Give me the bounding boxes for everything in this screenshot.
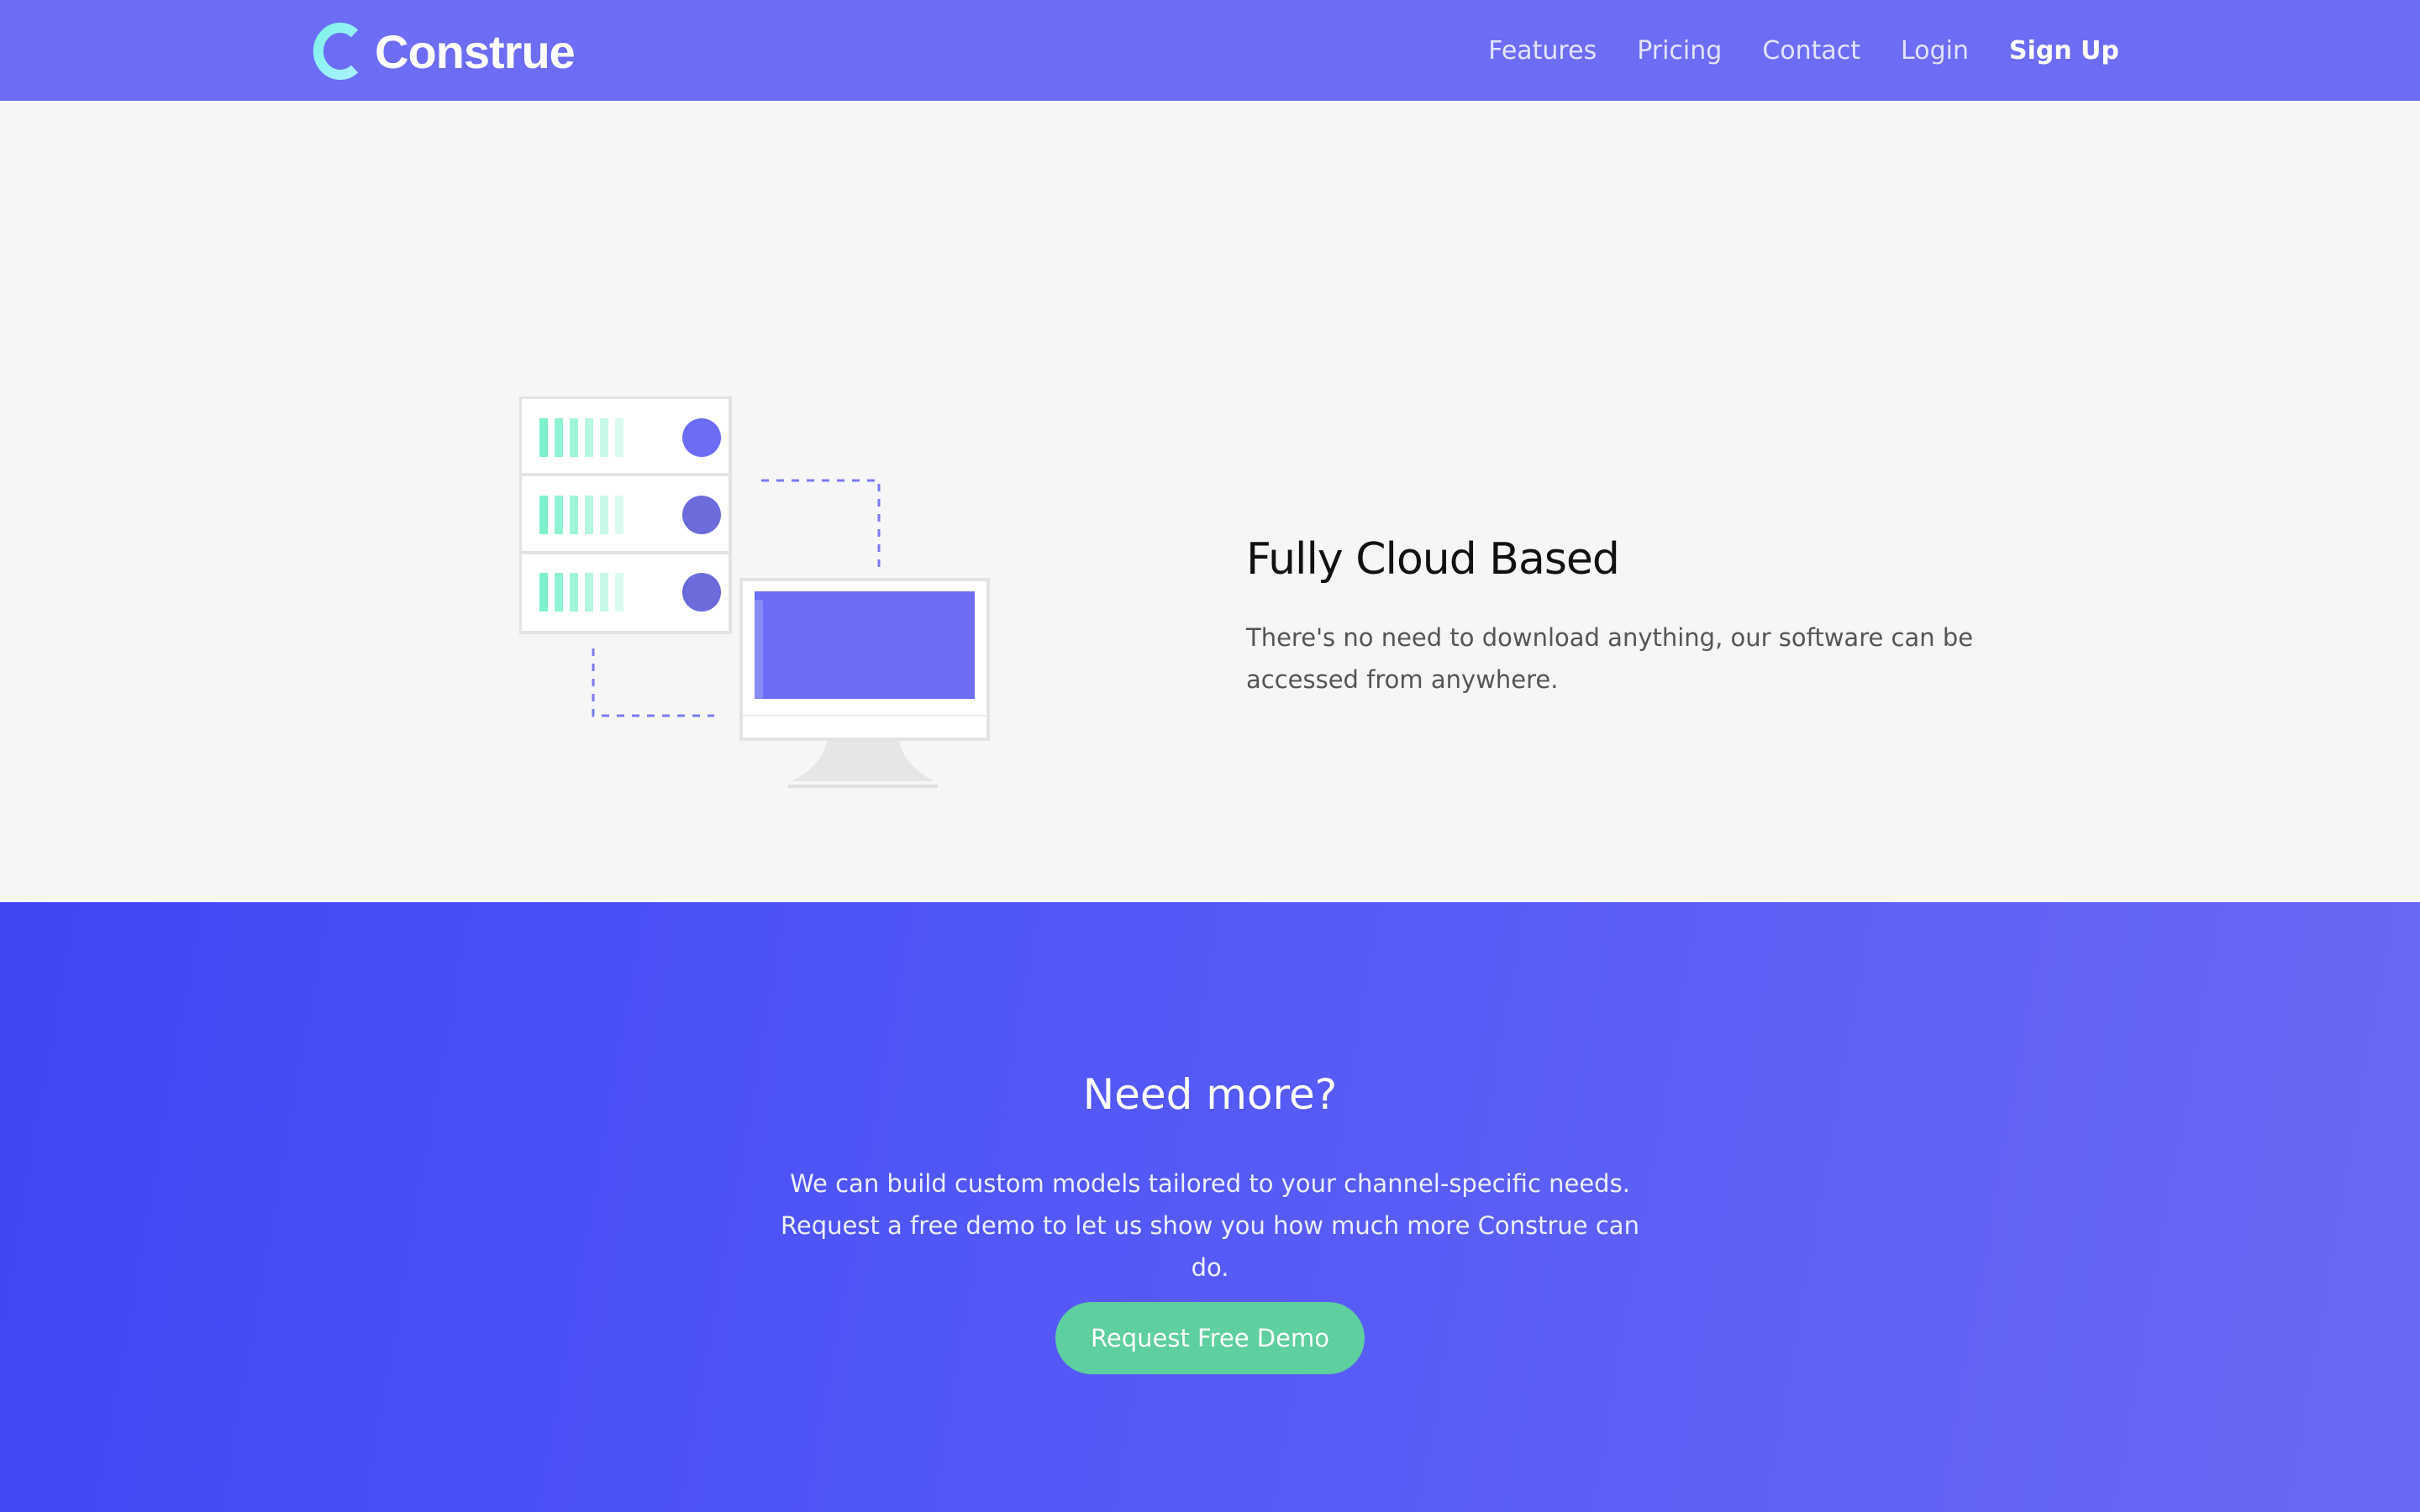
nav-link-pricing[interactable]: Pricing xyxy=(1637,36,1722,66)
top-navbar: Construe Features Pricing Contact Login … xyxy=(0,0,2420,101)
request-free-demo-button[interactable]: Request Free Demo xyxy=(1055,1302,1365,1374)
feature-title: Fully Cloud Based xyxy=(1246,534,1620,585)
cta-section: Need more? We can build custom models ta… xyxy=(0,902,2420,1512)
nav-link-contact[interactable]: Contact xyxy=(1762,36,1860,66)
c-logo-icon xyxy=(313,22,363,81)
server-rack-icon xyxy=(518,396,732,634)
nav-link-sign-up[interactable]: Sign Up xyxy=(2009,36,2119,66)
nav-link-features[interactable]: Features xyxy=(1488,36,1597,66)
brand-logo[interactable]: Construe xyxy=(313,22,576,81)
feature-text-block: Fully Cloud Based There's no need to dow… xyxy=(1246,534,2086,701)
brand-name: Construe xyxy=(375,24,576,78)
nav-link-login[interactable]: Login xyxy=(1901,36,1969,66)
monitor-icon xyxy=(739,578,990,788)
cta-title: Need more? xyxy=(1082,1070,1338,1119)
nav-links: Features Pricing Contact Login Sign Up xyxy=(1488,30,2119,71)
feature-description: There's no need to download anything, ou… xyxy=(1246,623,1974,694)
feature-section: Fully Cloud Based There's no need to dow… xyxy=(0,101,2420,902)
cta-description: We can build custom models tailored to y… xyxy=(781,1169,1639,1282)
server-to-monitor-illustration xyxy=(518,396,993,796)
